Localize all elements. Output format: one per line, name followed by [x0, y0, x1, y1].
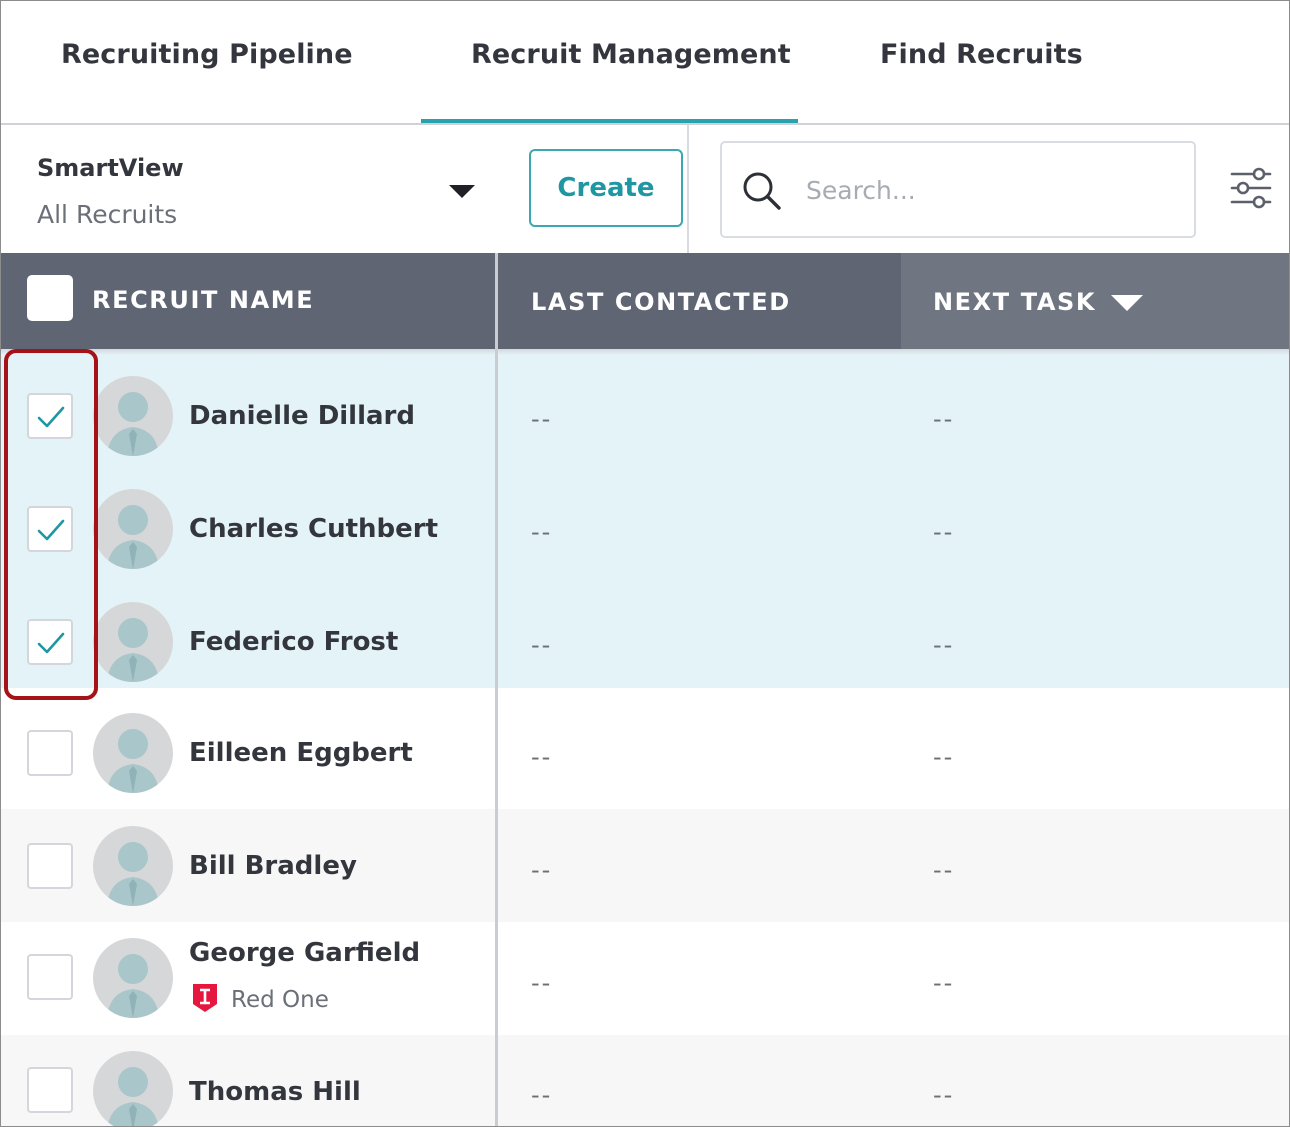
- next-task-value: --: [933, 743, 955, 771]
- avatar: [93, 602, 173, 682]
- tab-find-recruits[interactable]: Find Recruits: [880, 39, 1083, 70]
- select-all-checkbox[interactable]: [27, 275, 73, 321]
- active-tab-indicator: [421, 119, 798, 123]
- person-silhouette-icon: [107, 842, 159, 906]
- row-checkbox[interactable]: [27, 619, 73, 665]
- search-icon: [743, 172, 781, 210]
- checkmark-icon: [37, 406, 65, 428]
- person-silhouette-icon: [107, 505, 159, 569]
- row-checkbox[interactable]: [27, 393, 73, 439]
- checkmark-icon: [37, 519, 65, 541]
- next-task-value: --: [933, 1081, 955, 1109]
- last-contacted-value: --: [531, 743, 553, 771]
- person-silhouette-icon: [107, 729, 159, 793]
- table-row[interactable]: Thomas Hill -- --: [1, 1035, 1289, 1126]
- last-contacted-value: --: [531, 969, 553, 997]
- last-contacted-value: --: [531, 518, 553, 546]
- header-shadow: [1, 349, 1289, 355]
- table-row[interactable]: Charles Cuthbert -- --: [1, 462, 1289, 575]
- smartview-label: SmartView: [37, 154, 184, 182]
- smartview-dropdown[interactable]: SmartView All Recruits: [1, 125, 496, 253]
- next-task-value: --: [933, 405, 955, 433]
- row-checkbox[interactable]: [27, 843, 73, 889]
- tab-recruit-management[interactable]: Recruit Management: [471, 39, 791, 70]
- checkmark-icon: [37, 632, 65, 654]
- tab-recruiting-pipeline[interactable]: Recruiting Pipeline: [61, 39, 353, 70]
- column-divider[interactable]: [495, 253, 498, 1126]
- next-task-value: --: [933, 518, 955, 546]
- recruit-team-label: Red One: [231, 987, 329, 1013]
- person-silhouette-icon: [107, 392, 159, 456]
- person-silhouette-icon: [107, 1067, 159, 1126]
- row-checkbox[interactable]: [27, 954, 73, 1000]
- recruit-name[interactable]: Bill Bradley: [189, 851, 357, 881]
- person-silhouette-icon: [107, 618, 159, 682]
- shield-badge-icon: [193, 984, 217, 1012]
- column-header-next-task[interactable]: NEXT TASK: [933, 288, 1096, 316]
- avatar: [93, 376, 173, 456]
- avatar: [93, 826, 173, 906]
- next-task-value: --: [933, 631, 955, 659]
- search-input[interactable]: [804, 165, 1178, 215]
- avatar: [93, 489, 173, 569]
- next-task-value: --: [933, 969, 955, 997]
- row-checkbox[interactable]: [27, 1067, 73, 1113]
- recruit-management-panel: Recruiting Pipeline Recruit Management F…: [0, 0, 1290, 1127]
- table-row[interactable]: Eilleen Eggbert -- --: [1, 688, 1289, 801]
- table-header: RECRUIT NAME LAST CONTACTED NEXT TASK: [1, 253, 1289, 349]
- avatar: [93, 713, 173, 793]
- recruit-name[interactable]: Thomas Hill: [189, 1077, 361, 1107]
- recruit-team: Red One: [191, 982, 329, 1014]
- tab-bar: Recruiting Pipeline Recruit Management F…: [1, 1, 1289, 125]
- next-task-value: --: [933, 856, 955, 884]
- filter-sliders-icon[interactable]: [1229, 167, 1273, 209]
- last-contacted-value: --: [531, 1081, 553, 1109]
- row-checkbox[interactable]: [27, 506, 73, 552]
- table-row[interactable]: Danielle Dillard -- --: [1, 349, 1289, 462]
- row-checkbox[interactable]: [27, 730, 73, 776]
- recruit-name[interactable]: George Garfield: [189, 938, 420, 968]
- avatar: [93, 1051, 173, 1126]
- column-header-recruit-name[interactable]: RECRUIT NAME: [92, 286, 314, 314]
- toolbar: SmartView All Recruits Create: [1, 125, 1289, 253]
- table-row[interactable]: George Garfield Red One -- --: [1, 922, 1289, 1035]
- caret-down-icon[interactable]: [449, 185, 475, 198]
- person-silhouette-icon: [107, 954, 159, 1018]
- last-contacted-value: --: [531, 405, 553, 433]
- search-box[interactable]: [720, 141, 1196, 238]
- avatar: [93, 938, 173, 1018]
- toolbar-divider: [687, 125, 689, 253]
- create-button[interactable]: Create: [529, 149, 683, 227]
- table-row[interactable]: Bill Bradley -- --: [1, 809, 1289, 922]
- last-contacted-value: --: [531, 631, 553, 659]
- recruit-name[interactable]: Federico Frost: [189, 627, 398, 657]
- smartview-selected-value: All Recruits: [37, 200, 178, 229]
- recruit-name[interactable]: Charles Cuthbert: [189, 514, 438, 544]
- table-row[interactable]: Federico Frost -- --: [1, 575, 1289, 688]
- recruit-name[interactable]: Eilleen Eggbert: [189, 738, 413, 768]
- last-contacted-value: --: [531, 856, 553, 884]
- recruit-name[interactable]: Danielle Dillard: [189, 401, 415, 431]
- sort-descending-icon[interactable]: [1111, 295, 1143, 311]
- column-header-last-contacted[interactable]: LAST CONTACTED: [531, 288, 791, 316]
